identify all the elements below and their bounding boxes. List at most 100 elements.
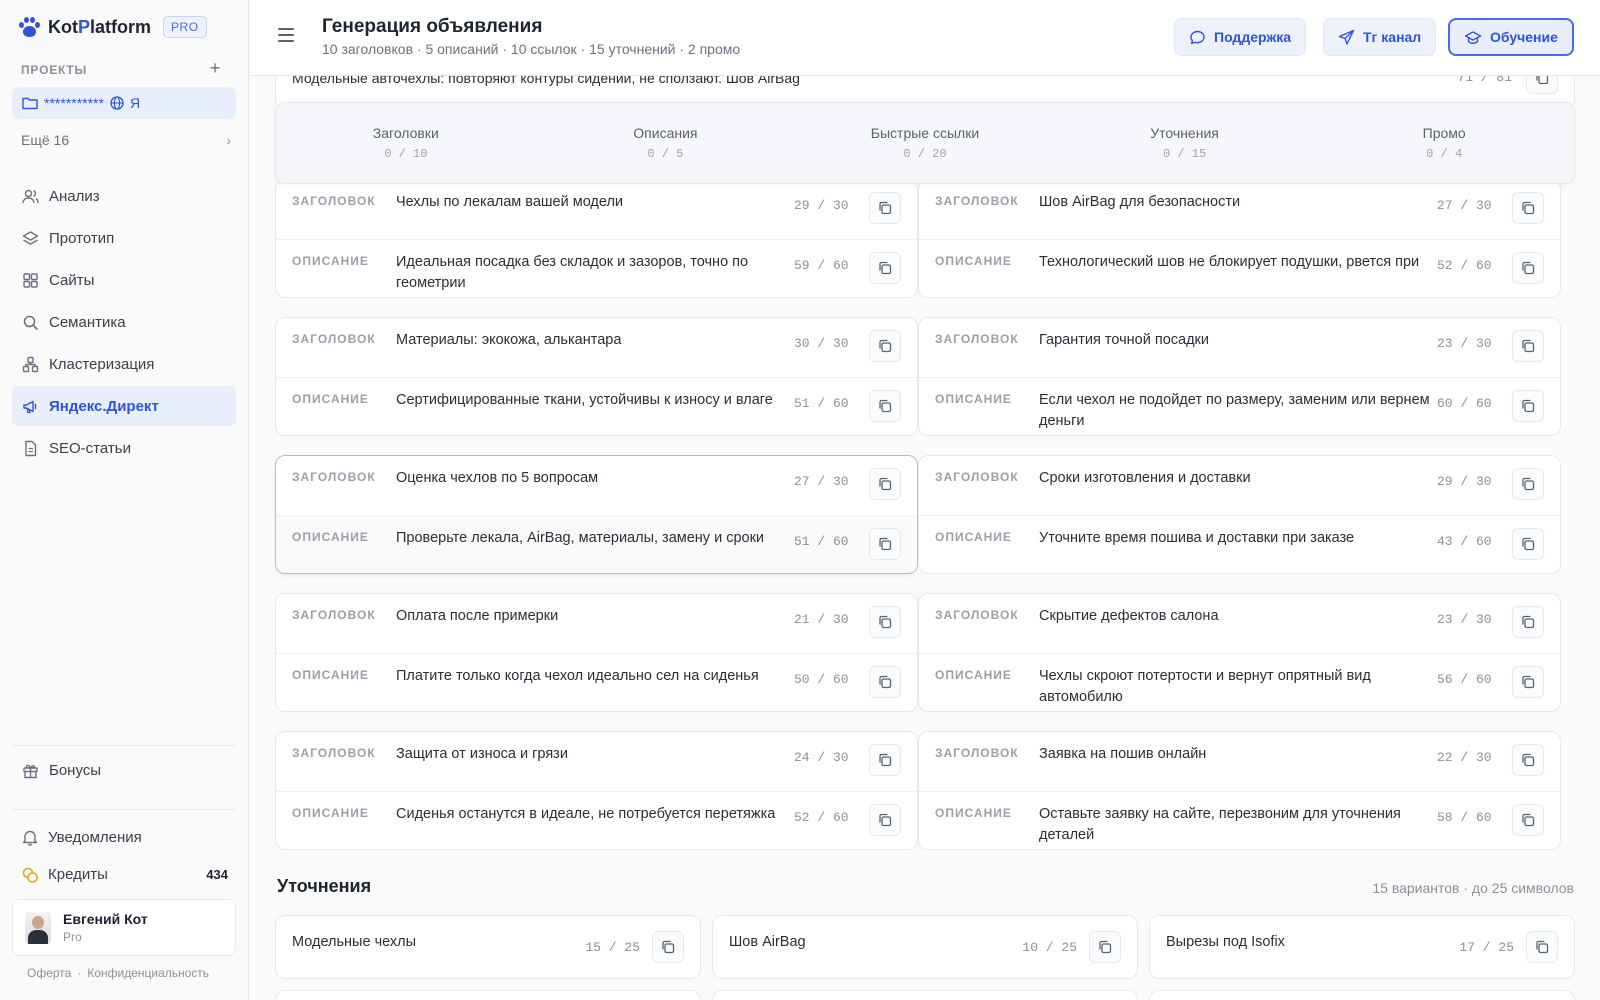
char-count: 59 / 60 bbox=[794, 258, 849, 273]
char-count: 52 / 60 bbox=[794, 810, 849, 825]
char-count: 27 / 30 bbox=[1437, 198, 1492, 213]
tab-promo[interactable]: Промо 0 / 4 bbox=[1314, 103, 1574, 183]
copy-button[interactable] bbox=[1512, 666, 1544, 698]
tab-label: Промо bbox=[1422, 125, 1466, 141]
logo[interactable]: KotPlatform PRO bbox=[18, 16, 207, 38]
copy-button[interactable] bbox=[869, 528, 901, 560]
nav-item-sites[interactable]: Сайты bbox=[12, 260, 236, 300]
copy-button[interactable] bbox=[652, 931, 684, 963]
headline-text: Оценка чехлов по 5 вопросам bbox=[396, 470, 599, 486]
add-project-button[interactable]: + bbox=[206, 59, 224, 77]
copy-button[interactable] bbox=[1512, 804, 1544, 836]
tab-count: 0 / 5 bbox=[647, 147, 684, 161]
description-row: ОПИСАНИЕ Чехлы скроют потертости и вернут… bbox=[919, 653, 1560, 711]
headline-row: ЗАГОЛОВОК Заявка на пошив онлайн 22 / 30 bbox=[919, 732, 1560, 791]
description-row: ОПИСАНИЕ Технологический шов не блокирует… bbox=[919, 239, 1560, 297]
copy-icon bbox=[1536, 76, 1549, 85]
bonuses-link[interactable]: Бонусы bbox=[22, 762, 101, 779]
ad-card: ЗАГОЛОВОК Сроки изготовления и доставки 29… bbox=[918, 455, 1561, 574]
tab-sitelinks[interactable]: Быстрые ссылки 0 / 20 bbox=[795, 103, 1055, 183]
credits-label: Кредиты bbox=[48, 866, 108, 883]
copy-button[interactable] bbox=[1512, 192, 1544, 224]
refinement-card bbox=[275, 990, 701, 1000]
nav-item-seo-articles[interactable]: SEO-статьи bbox=[12, 428, 236, 468]
refinement-text: Вырезы под Isofix bbox=[1166, 934, 1285, 950]
char-count: 23 / 30 bbox=[1437, 336, 1492, 351]
credits-link[interactable]: Кредиты 434 bbox=[22, 866, 228, 883]
char-count: 51 / 60 bbox=[794, 534, 849, 549]
user-card[interactable]: Евгений Кот Pro bbox=[12, 899, 236, 956]
copy-button[interactable] bbox=[869, 606, 901, 638]
nav-item-analysis[interactable]: Анализ bbox=[12, 176, 236, 216]
nav-item-clustering[interactable]: Кластеризация bbox=[12, 344, 236, 384]
tab-label: Уточнения bbox=[1150, 125, 1219, 141]
tab-descriptions[interactable]: Описания 0 / 5 bbox=[536, 103, 796, 183]
refinement-text: Шов AirBag bbox=[729, 934, 806, 950]
copy-button[interactable] bbox=[869, 390, 901, 422]
description-text: Сиденья останутся в идеале, не потребует… bbox=[396, 806, 776, 822]
headline-text: Шов AirBag для безопасности bbox=[1039, 194, 1241, 210]
description-row: ОПИСАНИЕ Проверьте лекала, AirBag, матери… bbox=[276, 515, 917, 573]
copy-button[interactable] bbox=[1526, 76, 1558, 94]
description-kind-label: ОПИСАНИЕ bbox=[292, 530, 369, 544]
copy-button[interactable] bbox=[869, 192, 901, 224]
learning-button[interactable]: Обучение bbox=[1448, 18, 1574, 56]
copy-button[interactable] bbox=[1512, 528, 1544, 560]
copy-button[interactable] bbox=[869, 252, 901, 284]
description-row: ОПИСАНИЕ Сиденья останутся в идеале, не п… bbox=[276, 791, 917, 849]
copy-button[interactable] bbox=[1512, 390, 1544, 422]
support-label: Поддержка bbox=[1214, 29, 1292, 45]
page-subtitle: 10 заголовков · 5 описаний · 10 ссылок ·… bbox=[322, 41, 741, 57]
char-count: 24 / 30 bbox=[794, 750, 849, 765]
headline-row: ЗАГОЛОВОК Чехлы по лекалам вашей модели 29… bbox=[276, 180, 917, 239]
copy-button[interactable] bbox=[869, 330, 901, 362]
nav-item-prototype[interactable]: Прототип bbox=[12, 218, 236, 258]
copy-button[interactable] bbox=[869, 804, 901, 836]
menu-toggle-button[interactable] bbox=[278, 28, 294, 42]
headline-row: ЗАГОЛОВОК Шов AirBag для безопасности 27 /… bbox=[919, 180, 1560, 239]
copy-button[interactable] bbox=[1512, 744, 1544, 776]
headline-row: ЗАГОЛОВОК Сроки изготовления и доставки 29… bbox=[919, 456, 1560, 515]
pro-badge: PRO bbox=[163, 16, 207, 38]
copy-icon bbox=[1522, 477, 1535, 491]
tab-count: 0 / 4 bbox=[1426, 147, 1463, 161]
document-icon bbox=[22, 440, 39, 457]
more-projects[interactable]: Ещё 16 › bbox=[21, 132, 231, 148]
support-button[interactable]: Поддержка bbox=[1174, 18, 1307, 56]
privacy-link[interactable]: Конфиденциальность bbox=[87, 966, 209, 980]
headline-row: ЗАГОЛОВОК Гарантия точной посадки 23 / 30 bbox=[919, 318, 1560, 377]
gift-icon bbox=[23, 764, 38, 779]
copy-icon bbox=[1522, 615, 1535, 629]
offer-link[interactable]: Оферта bbox=[27, 966, 71, 980]
description-row: ОПИСАНИЕ Сертифицированные ткани, устойчи… bbox=[276, 377, 917, 435]
divider bbox=[12, 745, 236, 746]
ad-card: ЗАГОЛОВОК Скрытие дефектов салона 23 / 30 О… bbox=[918, 593, 1561, 712]
telegram-button[interactable]: Тг канал bbox=[1323, 18, 1437, 56]
notifications-link[interactable]: Уведомления bbox=[22, 829, 142, 846]
refinements-meta: 15 вариантов · до 25 символов bbox=[1372, 880, 1574, 896]
copy-button[interactable] bbox=[1512, 330, 1544, 362]
copy-icon bbox=[879, 477, 892, 491]
nav-label: Прототип bbox=[49, 229, 115, 247]
copy-button[interactable] bbox=[1526, 931, 1558, 963]
copy-button[interactable] bbox=[869, 468, 901, 500]
nav-item-yandex-direct[interactable]: Яндекс.Директ bbox=[12, 386, 236, 426]
nav-item-semantics[interactable]: Семантика bbox=[12, 302, 236, 342]
copy-button[interactable] bbox=[1512, 252, 1544, 284]
nav-label: Анализ bbox=[49, 187, 100, 205]
tab-callouts[interactable]: Уточнения 0 / 15 bbox=[1055, 103, 1315, 183]
copy-button[interactable] bbox=[869, 666, 901, 698]
copy-button[interactable] bbox=[1512, 468, 1544, 500]
search-icon bbox=[22, 314, 39, 331]
ad-card: ЗАГОЛОВОК Материалы: экокожа, алькантара 3… bbox=[275, 317, 918, 436]
copy-button[interactable] bbox=[1089, 931, 1121, 963]
copy-icon bbox=[1522, 675, 1535, 689]
project-item[interactable]: *********** Я bbox=[12, 87, 236, 119]
copy-button[interactable] bbox=[1512, 606, 1544, 638]
copy-button[interactable] bbox=[869, 744, 901, 776]
description-text: Идеальная посадка без складок и зазоров,… bbox=[396, 254, 749, 291]
headline-kind-label: ЗАГОЛОВОК bbox=[935, 332, 1019, 346]
refinement-card bbox=[712, 990, 1138, 1000]
headline-kind-label: ЗАГОЛОВОК bbox=[935, 194, 1019, 208]
tab-headlines[interactable]: Заголовки 0 / 10 bbox=[276, 103, 536, 183]
